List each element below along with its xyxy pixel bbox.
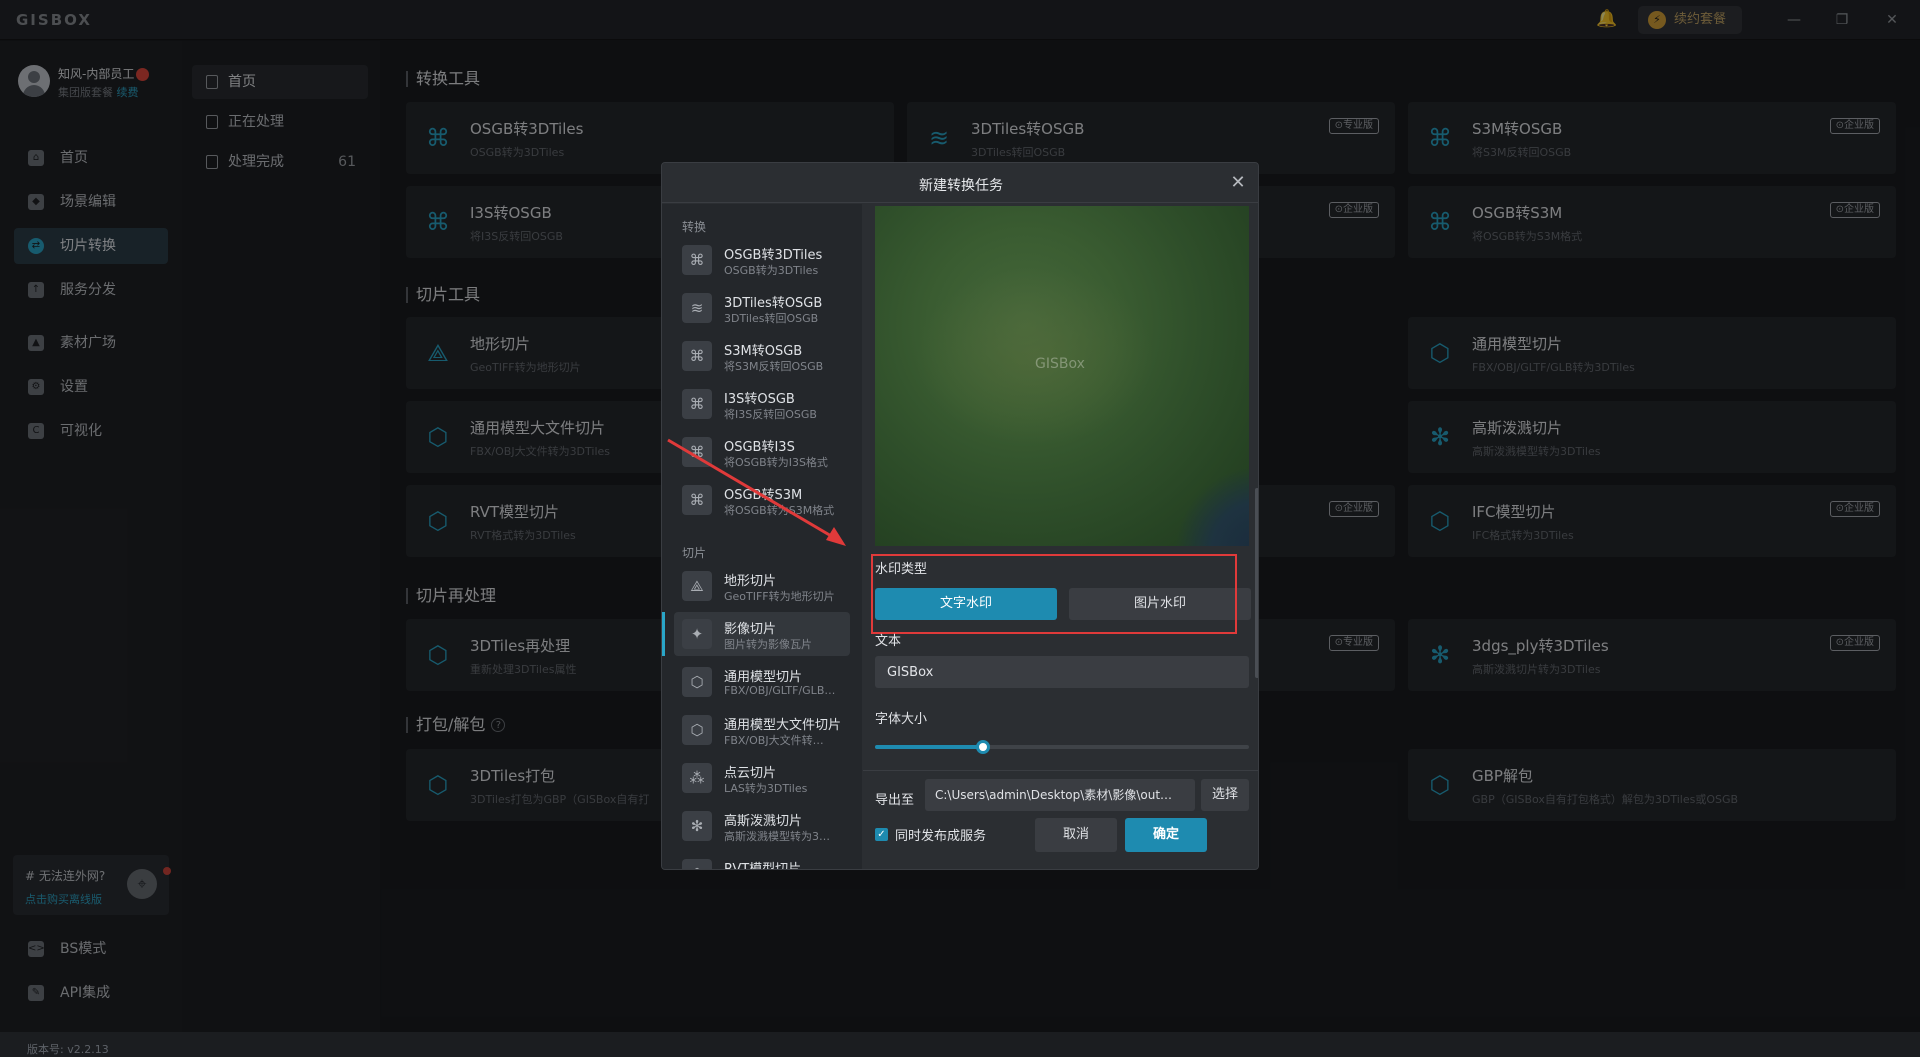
tool-desc: FBX/OBJ大文件转… xyxy=(724,734,824,747)
tool-desc: 将OSGB转为S3M格式 xyxy=(724,504,835,517)
select-folder-button[interactable]: 选择 xyxy=(1201,779,1249,811)
point-cloud-icon: ⁂ xyxy=(682,763,712,793)
box-icon: ⬡ xyxy=(682,859,712,869)
tool-item[interactable]: ⬡ 通用模型切片 FBX/OBJ/GLTF/GLB… xyxy=(674,660,850,704)
tool-name: 高斯泼溅切片 xyxy=(724,814,803,829)
tool-name: 点云切片 xyxy=(724,766,777,781)
layers-icon: ≋ xyxy=(682,293,712,323)
tool-desc: OSGB转为3DTiles xyxy=(724,264,819,277)
drone-icon: ⌘ xyxy=(682,485,712,515)
tool-name: I3S转OSGB xyxy=(724,392,795,407)
drone-icon: ⌘ xyxy=(682,245,712,275)
drone-icon: ⌘ xyxy=(682,341,712,371)
tool-desc: 3DTiles转回OSGB xyxy=(724,312,819,325)
tool-desc: 将OSGB转为I3S格式 xyxy=(724,456,828,469)
confirm-button[interactable]: 确定 xyxy=(1125,818,1207,852)
close-icon[interactable]: ✕ xyxy=(1228,173,1248,193)
tool-desc: 将I3S反转回OSGB xyxy=(724,408,817,421)
tool-name: OSGB转I3S xyxy=(724,440,795,455)
tool-item[interactable]: ⟁ 地形切片 GeoTIFF转为地形切片 xyxy=(674,564,850,608)
tool-desc: LAS转为3DTiles xyxy=(724,782,808,795)
highlight-box xyxy=(871,554,1237,634)
tool-desc: GeoTIFF转为地形切片 xyxy=(724,590,835,603)
tool-list: 转换 ⌘ OSGB转3DTiles OSGB转为3DTiles ≋ 3DTile… xyxy=(662,204,862,870)
tool-name: 通用模型切片 xyxy=(724,670,803,685)
tool-item-active[interactable]: ✦ 影像切片 图片转为影像瓦片 xyxy=(662,612,850,656)
tool-name: 地形切片 xyxy=(724,574,777,589)
publish-checkbox-label[interactable]: 同时发布成服务 xyxy=(895,825,986,844)
settings-panel: GISBox 水印类型 文字水印 图片水印 文本 字体大小 导出至 C:\Use… xyxy=(863,204,1258,869)
splat-icon: ✻ xyxy=(682,811,712,841)
group-label-convert: 转换 xyxy=(682,220,707,234)
preview-watermark: GISBox xyxy=(1035,356,1085,372)
tool-item[interactable]: ⌘ OSGB转S3M 将OSGB转为S3M格式 xyxy=(674,478,850,522)
dialog-title: 新建转换任务 xyxy=(919,178,1003,194)
tool-item[interactable]: ≋ 3DTiles转OSGB 3DTiles转回OSGB xyxy=(674,286,850,330)
tool-item[interactable]: ✻ 高斯泼溅切片 高斯泼溅模型转为3… xyxy=(674,804,850,848)
group-label-slice: 切片 xyxy=(682,546,707,560)
tool-desc: 将S3M反转回OSGB xyxy=(724,360,824,373)
box-icon: ⬡ xyxy=(682,715,712,745)
tool-name: OSGB转S3M xyxy=(724,488,803,503)
image-preview: GISBox xyxy=(875,206,1249,546)
tool-desc: 图片转为影像瓦片 xyxy=(724,638,812,651)
export-label: 导出至 xyxy=(875,793,915,808)
font-size-label: 字体大小 xyxy=(875,712,928,727)
export-path-input[interactable]: C:\Users\admin\Desktop\素材\影像\out… xyxy=(925,779,1195,811)
font-size-slider[interactable] xyxy=(875,740,1249,754)
tool-item[interactable]: ⬡ RVT模型切片 xyxy=(674,852,850,870)
tool-item[interactable]: ⌘ I3S转OSGB 将I3S反转回OSGB xyxy=(674,382,850,426)
terrain-icon: ⟁ xyxy=(682,571,712,601)
divider xyxy=(863,770,1258,771)
tool-item[interactable]: ⌘ OSGB转3DTiles OSGB转为3DTiles xyxy=(674,238,850,282)
tool-desc: FBX/OBJ/GLTF/GLB… xyxy=(724,684,836,697)
dialog-header: 新建转换任务 ✕ xyxy=(662,163,1258,203)
publish-checkbox[interactable]: ✓ xyxy=(875,828,888,841)
new-task-dialog: 新建转换任务 ✕ 转换 ⌘ OSGB转3DTiles OSGB转为3DTiles… xyxy=(661,162,1259,870)
cancel-button[interactable]: 取消 xyxy=(1035,818,1117,852)
tool-name: S3M转OSGB xyxy=(724,344,803,359)
tool-name: 影像切片 xyxy=(724,622,777,637)
tool-item[interactable]: ⌘ OSGB转I3S 将OSGB转为I3S格式 xyxy=(674,430,850,474)
tool-name: RVT模型切片 xyxy=(724,862,802,870)
tool-desc: 高斯泼溅模型转为3… xyxy=(724,830,830,843)
satellite-icon: ✦ xyxy=(682,619,712,649)
drone-icon: ⌘ xyxy=(682,437,712,467)
drone-icon: ⌘ xyxy=(682,389,712,419)
tool-item[interactable]: ⌘ S3M转OSGB 将S3M反转回OSGB xyxy=(674,334,850,378)
text-label: 文本 xyxy=(875,634,902,649)
tool-item[interactable]: ⬡ 通用模型大文件切片 FBX/OBJ大文件转… xyxy=(674,708,850,752)
watermark-text-input[interactable] xyxy=(875,656,1249,688)
tool-name: OSGB转3DTiles xyxy=(724,248,823,263)
tool-name: 3DTiles转OSGB xyxy=(724,296,823,311)
slider-thumb[interactable] xyxy=(976,740,991,754)
tool-item[interactable]: ⁂ 点云切片 LAS转为3DTiles xyxy=(674,756,850,800)
slider-fill xyxy=(875,745,984,749)
panel-scrollbar[interactable] xyxy=(1255,488,1258,678)
tool-name: 通用模型大文件切片 xyxy=(724,718,842,733)
version-text: 版本号: v2.2.13 xyxy=(27,1043,109,1056)
box-icon: ⬡ xyxy=(682,667,712,697)
